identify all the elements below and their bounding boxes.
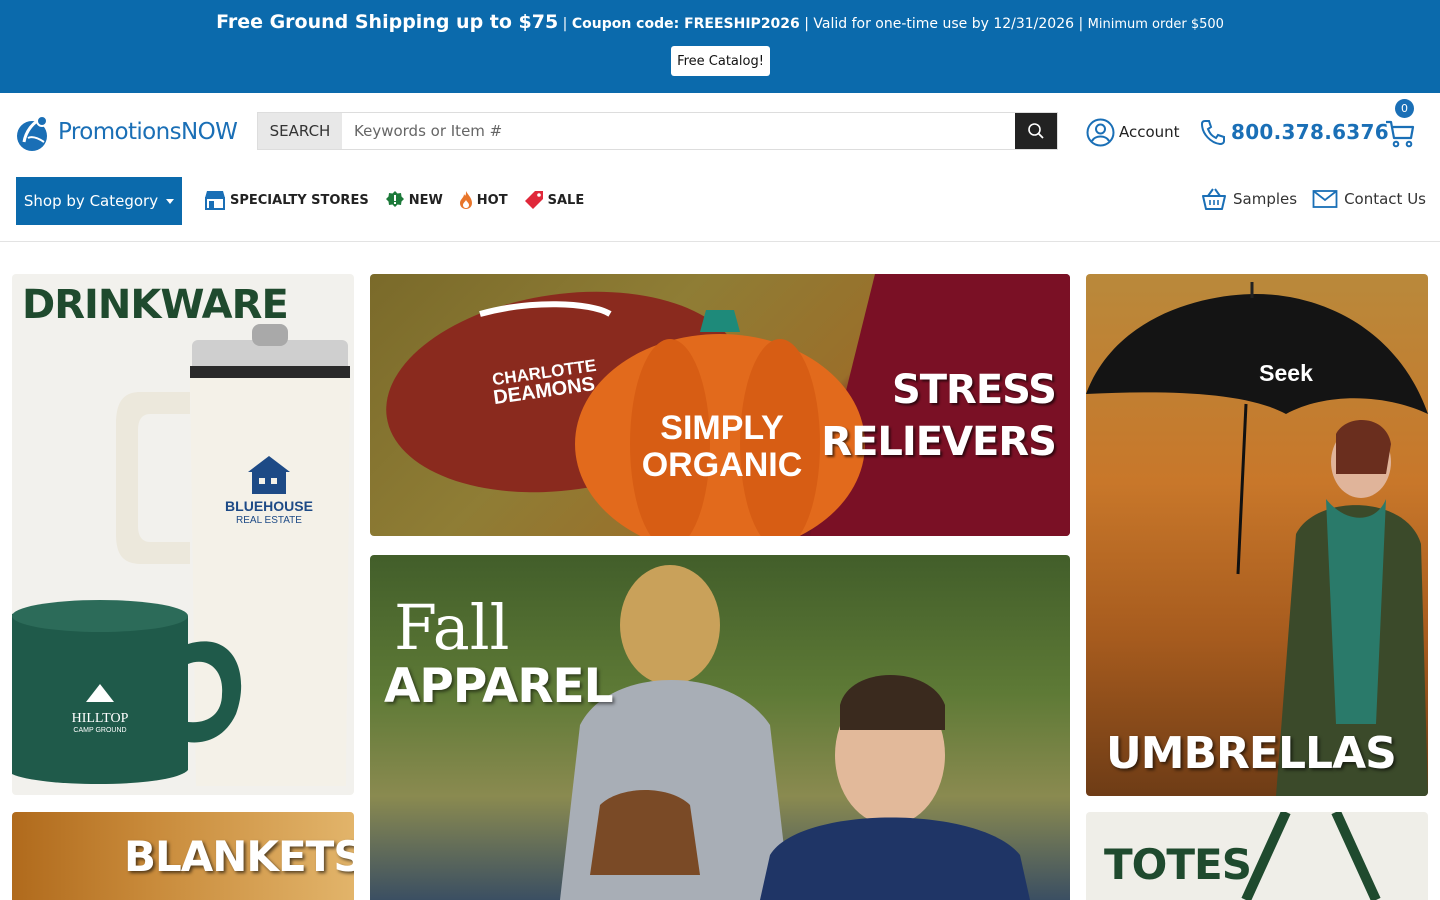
svg-text:CAMP GROUND: CAMP GROUND — [73, 727, 126, 734]
tile-blankets-label: BLANKETS — [124, 832, 354, 881]
promo-banner: Free Ground Shipping up to $75 | Coupon … — [0, 0, 1440, 93]
price-tag-icon — [524, 190, 544, 210]
umbrella-model-image: Seek — [1086, 282, 1428, 796]
utility-nav: Samples Contact Us — [1201, 185, 1426, 213]
tile-stress-relievers-label: STRESS RELIEVERS — [821, 364, 1057, 468]
svg-text:BLUEHOUSE: BLUEHOUSE — [225, 498, 313, 514]
flame-icon — [459, 190, 473, 210]
contact-us-link[interactable]: Contact Us — [1312, 189, 1426, 209]
tile-blankets[interactable]: BLANKETS — [12, 812, 354, 900]
phone-link[interactable]: 800.378.6376 — [1199, 116, 1389, 148]
svg-text:SIMPLY: SIMPLY — [660, 409, 784, 447]
cart-icon[interactable] — [1384, 118, 1416, 150]
tile-drinkware[interactable]: DRINKWARE BLUEHOUSE REAL ESTATE HILLTOP … — [12, 274, 354, 795]
shop-by-category-button[interactable]: Shop by Category — [16, 177, 182, 225]
phone-number: 800.378.6376 — [1231, 120, 1389, 144]
nav-new[interactable]: NEW — [385, 190, 443, 210]
nav-hot[interactable]: HOT — [459, 190, 508, 210]
search-icon — [1028, 123, 1044, 139]
stress-line2: RELIEVERS — [821, 419, 1057, 465]
primary-nav: SPECIALTY STORES NEW HOT SALE — [204, 187, 600, 213]
tile-totes[interactable]: TOTES — [1086, 812, 1428, 900]
search-bar: SEARCH — [257, 112, 1058, 150]
new-badge-icon — [385, 190, 405, 210]
promo-headline: Free Ground Shipping up to $75 — [216, 11, 559, 33]
phone-icon — [1200, 120, 1225, 146]
search-button[interactable] — [1015, 113, 1057, 149]
svg-text:HILLTOP: HILLTOP — [72, 711, 129, 726]
free-catalog-button[interactable]: Free Catalog! — [671, 46, 770, 76]
tile-fall-apparel[interactable]: Fall APPAREL — [370, 555, 1070, 900]
logo-mark-icon — [17, 115, 48, 151]
search-label: SEARCH — [258, 113, 342, 149]
tile-totes-label: TOTES — [1104, 840, 1252, 889]
svg-text:ORGANIC: ORGANIC — [642, 446, 803, 484]
samples-label: Samples — [1233, 190, 1298, 208]
tile-stress-relievers[interactable]: CHARLOTTE DEAMONS SIMPLY ORGANIC STRESS … — [370, 274, 1070, 536]
account-link[interactable]: Account — [1086, 116, 1180, 148]
promo-text: Free Ground Shipping up to $75 | Coupon … — [0, 11, 1440, 33]
nav-new-label: NEW — [408, 192, 443, 208]
contact-us-label: Contact Us — [1344, 190, 1426, 208]
promo-separator: | — [1074, 16, 1088, 32]
tumbler-image: BLUEHOUSE REAL ESTATE HILLTOP CAMP GROUN… — [12, 324, 350, 786]
logo-text: PromotionsNOW — [58, 119, 238, 145]
site-logo[interactable]: PromotionsNOW — [12, 111, 244, 153]
nav-hot-label: HOT — [476, 192, 508, 208]
storefront-icon — [204, 190, 226, 210]
promo-separator: | — [799, 16, 814, 32]
promo-separator: | — [558, 16, 572, 32]
nav-specialty-stores-label: SPECIALTY STORES — [230, 192, 369, 208]
nav-sale-label: SALE — [547, 192, 585, 208]
stress-line1: STRESS — [891, 367, 1057, 413]
tile-umbrellas-label: UMBRELLAS — [1106, 728, 1397, 779]
promo-coupon: Coupon code: FREESHIP2026 — [571, 16, 800, 32]
header-divider — [0, 241, 1440, 242]
envelope-icon — [1312, 190, 1338, 208]
user-circle-icon — [1086, 118, 1115, 146]
svg-text:REAL ESTATE: REAL ESTATE — [236, 515, 302, 526]
tile-apparel-label: APPAREL — [384, 659, 614, 714]
samples-link[interactable]: Samples — [1201, 187, 1297, 211]
tile-fall-label: Fall — [394, 591, 510, 664]
promo-minimum: Minimum order $500 — [1087, 17, 1224, 32]
basket-icon — [1202, 188, 1226, 210]
cart-count-badge: 0 — [1395, 99, 1414, 118]
shop-by-category-label: Shop by Category — [23, 192, 159, 210]
account-label: Account — [1119, 123, 1180, 141]
nav-specialty-stores[interactable]: SPECIALTY STORES — [204, 190, 369, 210]
svg-text:Seek: Seek — [1259, 360, 1313, 386]
promo-valid: Valid for one-time use by 12/31/2026 — [813, 16, 1075, 32]
caret-down-icon — [166, 198, 175, 204]
nav-sale[interactable]: SALE — [524, 190, 585, 210]
tile-umbrellas[interactable]: Seek UMBRELLAS — [1086, 274, 1428, 796]
search-input[interactable] — [342, 113, 1015, 149]
